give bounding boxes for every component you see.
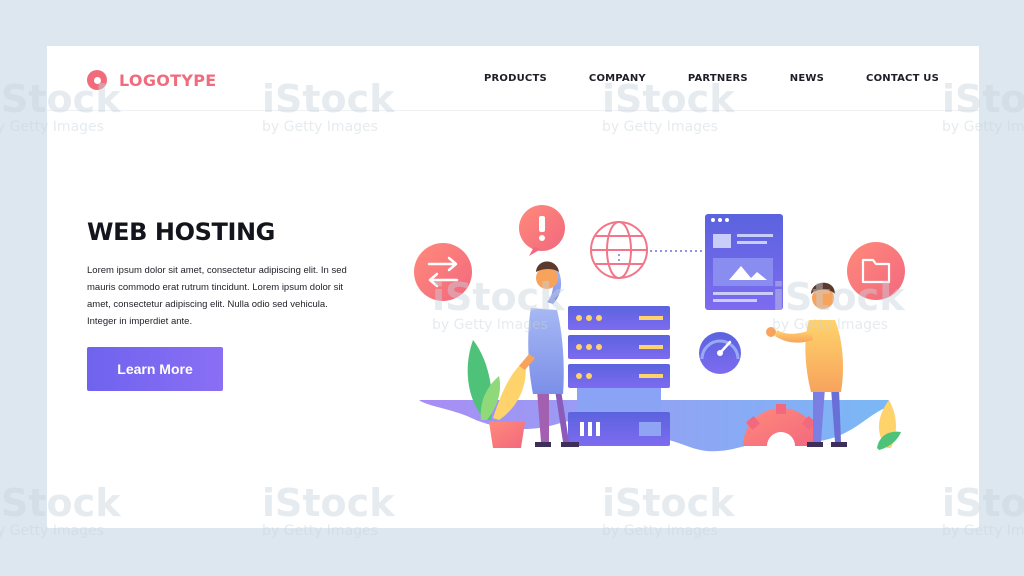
- swap-arrows-icon: [414, 243, 472, 301]
- nav-news[interactable]: NEWS: [790, 73, 824, 84]
- nav-contact-us[interactable]: CONTACT US: [866, 73, 939, 84]
- nav-company[interactable]: COMPANY: [589, 73, 646, 84]
- plant-icon: [467, 340, 526, 448]
- hero-description: Lorem ipsum dolor sit amet, consectetur …: [87, 265, 347, 327]
- landing-card: LOGOTYPE PRODUCTS COMPANY PARTNERS NEWS …: [47, 46, 979, 528]
- alert-icon: [519, 205, 565, 256]
- nav-products[interactable]: PRODUCTS: [484, 73, 547, 84]
- learn-more-button[interactable]: Learn More: [87, 347, 223, 391]
- web-hosting-illustration: [414, 205, 905, 452]
- logo-icon: [87, 70, 107, 90]
- server-icon: [568, 306, 670, 446]
- hero-title: WEB HOSTING: [87, 218, 275, 246]
- logo-text: LOGOTYPE: [119, 70, 217, 90]
- gauge-icon: [699, 332, 741, 374]
- logo[interactable]: LOGOTYPE: [87, 70, 217, 90]
- webpage-icon: [705, 214, 783, 310]
- globe-icon: [590, 221, 648, 279]
- main-nav: PRODUCTS COMPANY PARTNERS NEWS CONTACT U…: [484, 73, 939, 84]
- folder-icon: [847, 242, 905, 300]
- nav-partners[interactable]: PARTNERS: [688, 73, 748, 84]
- site-header: LOGOTYPE PRODUCTS COMPANY PARTNERS NEWS …: [47, 46, 979, 111]
